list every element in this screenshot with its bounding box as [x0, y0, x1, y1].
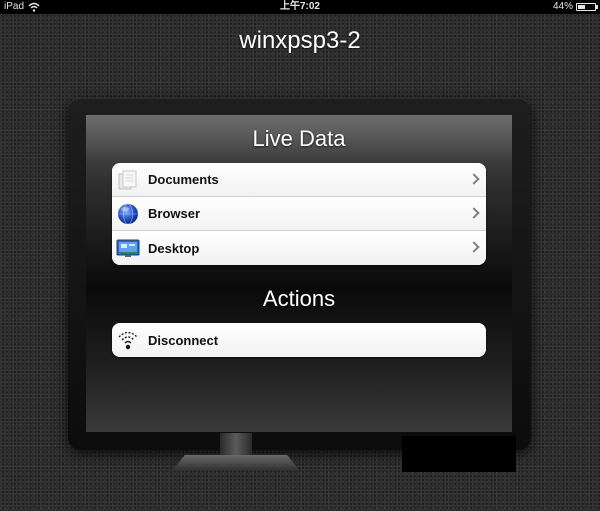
list-item-label: Documents — [148, 172, 219, 187]
wifi-signal-icon — [116, 328, 140, 352]
list-item-label: Desktop — [148, 240, 200, 256]
list-item-label: Disconnect — [148, 332, 219, 348]
chevron-right-icon — [468, 172, 480, 185]
list-item-browser[interactable]: Browser — [112, 197, 486, 231]
status-bar: iPad 上午7:02 44% — [0, 0, 600, 14]
globe-icon — [116, 202, 140, 226]
live-data-group: Documents Browser Desktop — [112, 163, 486, 265]
status-time: 上午7:02 — [279, 1, 320, 12]
chevron-right-icon — [468, 206, 480, 219]
status-right: 44% — [552, 0, 598, 14]
section-header-actions: Actions — [262, 286, 336, 311]
black-overlay-block — [402, 436, 516, 472]
actions-group: Disconnect — [112, 323, 486, 357]
desktop-icon — [116, 236, 140, 260]
section-header-live-data: Live Data — [252, 126, 346, 151]
battery-icon — [576, 3, 598, 11]
list-item-label: Browser — [148, 206, 201, 221]
documents-icon — [116, 168, 140, 192]
monitor-screen: Live Data Documents Browser Desktop Acti… — [86, 115, 512, 432]
list-item-desktop[interactable]: Desktop — [112, 231, 486, 265]
battery-percent: 44% — [552, 1, 573, 12]
monitor-stand-base — [172, 455, 300, 471]
page-title: winxpsp3-2 — [239, 27, 361, 54]
disconnect-button[interactable]: Disconnect — [112, 323, 486, 357]
list-item-documents[interactable]: Documents — [112, 163, 486, 197]
battery-fill — [578, 5, 585, 9]
monitor-frame: Live Data Documents Browser Desktop Acti… — [68, 98, 531, 450]
chevron-right-icon — [468, 241, 480, 253]
